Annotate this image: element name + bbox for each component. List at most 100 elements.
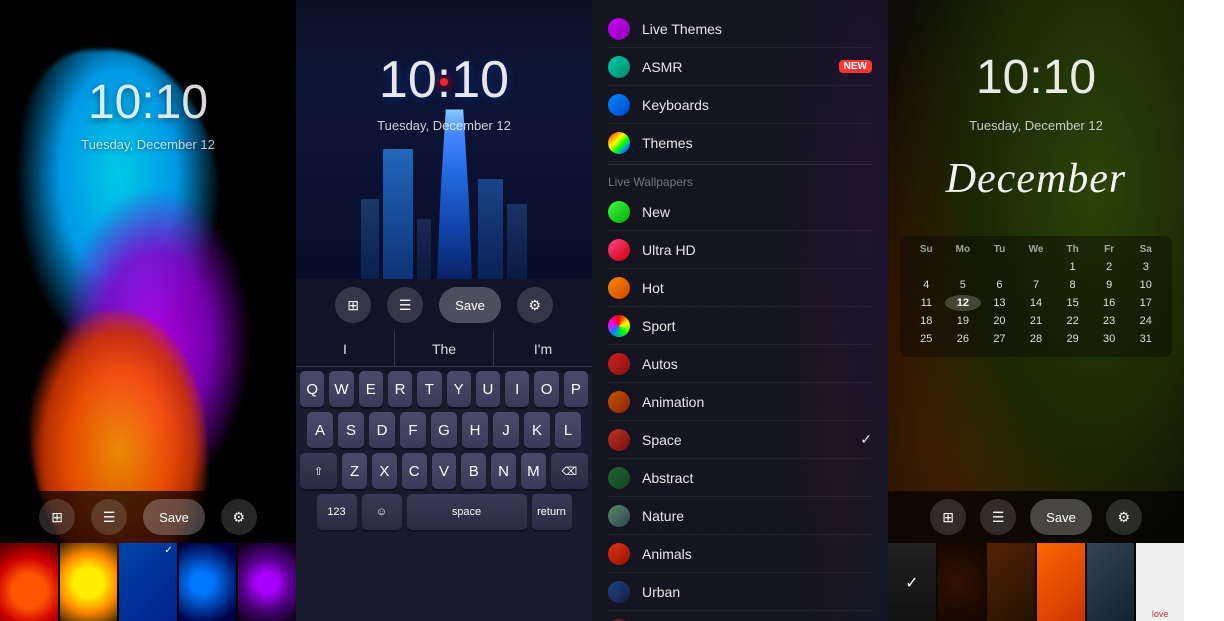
menu-item-animation[interactable]: Animation	[608, 383, 872, 421]
key-b[interactable]: B	[461, 453, 486, 489]
menu-item-space[interactable]: Space ✓	[608, 421, 872, 459]
pred-item-3[interactable]: I'm	[494, 331, 592, 366]
menu-icon-autos	[608, 353, 630, 375]
building-5	[507, 204, 527, 279]
menu-label-themes: Themes	[642, 135, 872, 151]
menu-item-live-themes[interactable]: Live Themes	[608, 10, 872, 48]
key-emoji[interactable]: ☺	[362, 494, 402, 530]
menu-item-abstract[interactable]: Abstract	[608, 459, 872, 497]
calendar-widget: Su Mo Tu We Th Fr Sa 1 2 3 4 5 6	[900, 236, 1172, 357]
key-shift[interactable]: ⇧	[300, 453, 337, 489]
phone2-list-btn[interactable]: ☰	[387, 287, 423, 323]
key-i[interactable]: I	[505, 371, 529, 407]
key-delete[interactable]: ⌫	[551, 453, 588, 489]
december-script: December	[888, 155, 1184, 203]
key-t[interactable]: T	[417, 371, 441, 407]
key-j[interactable]: J	[493, 412, 519, 448]
menu-list: Live Themes ASMR NEW Keyboards Themes Li…	[592, 10, 888, 621]
phone4-thumb-4[interactable]	[1037, 543, 1085, 621]
cal-cell-6: 6	[981, 277, 1018, 293]
building-3	[417, 219, 431, 279]
menu-label-space: Space	[642, 432, 860, 448]
phone1-save-btn[interactable]: Save	[143, 499, 205, 535]
cal-cell-1: 1	[1054, 259, 1091, 275]
phone-3-screen: Live Themes ASMR NEW Keyboards Themes Li…	[592, 0, 888, 621]
phone4-gear-btn[interactable]: ⚙	[1106, 499, 1142, 535]
menu-item-nature[interactable]: Nature	[608, 497, 872, 535]
phone1-bottom-bar: ⊞ ☰ Save ⚙	[0, 491, 296, 621]
menu-section-live-wallpapers: Live Wallpapers	[608, 167, 872, 193]
menu-item-urban[interactable]: Urban	[608, 573, 872, 611]
menu-label-animation: Animation	[642, 394, 872, 410]
phone4-thumb-6[interactable]	[1136, 543, 1184, 621]
phone4-thumb-1[interactable]	[888, 543, 936, 621]
cal-cell-w1-1	[945, 259, 982, 275]
key-l[interactable]: L	[555, 412, 581, 448]
phone4-time: 10:10	[888, 50, 1184, 105]
menu-item-ultra-hd[interactable]: Ultra HD	[608, 231, 872, 269]
cal-cell-w1-3	[1018, 259, 1055, 275]
phone4-save-btn[interactable]: Save	[1030, 499, 1092, 535]
key-y[interactable]: Y	[447, 371, 471, 407]
phone2-gear-btn[interactable]: ⚙	[517, 287, 553, 323]
menu-label-keyboards: Keyboards	[642, 97, 872, 113]
key-c[interactable]: C	[402, 453, 427, 489]
key-o[interactable]: O	[534, 371, 558, 407]
phone4-thumb-2[interactable]	[938, 543, 986, 621]
menu-item-hot[interactable]: Hot	[608, 269, 872, 307]
phone1-thumb-2[interactable]	[60, 543, 118, 621]
phone4-grid-btn[interactable]: ⊞	[930, 499, 966, 535]
key-p[interactable]: P	[564, 371, 588, 407]
menu-icon-themes	[608, 132, 630, 154]
key-v[interactable]: V	[432, 453, 457, 489]
menu-item-new[interactable]: New	[608, 193, 872, 231]
tower-main	[437, 109, 472, 279]
key-123[interactable]: 123	[317, 494, 357, 530]
phone4-list-btn[interactable]: ☰	[980, 499, 1016, 535]
menu-item-autos[interactable]: Autos	[608, 345, 872, 383]
key-z[interactable]: Z	[342, 453, 367, 489]
phone1-thumb-5[interactable]	[238, 543, 296, 621]
phone4-thumb-3[interactable]	[987, 543, 1035, 621]
cal-cell-27: 27	[981, 331, 1018, 347]
phone1-thumb-3[interactable]	[119, 543, 177, 621]
key-m[interactable]: M	[521, 453, 546, 489]
key-space[interactable]: space	[407, 494, 527, 530]
key-w[interactable]: W	[329, 371, 353, 407]
phone1-thumb-1[interactable]	[0, 543, 58, 621]
key-k[interactable]: K	[524, 412, 550, 448]
key-g[interactable]: G	[431, 412, 457, 448]
phone2-grid-btn[interactable]: ⊞	[335, 287, 371, 323]
pred-item-1[interactable]: I	[296, 331, 395, 366]
key-q[interactable]: Q	[300, 371, 324, 407]
menu-item-animals[interactable]: Animals	[608, 535, 872, 573]
key-r[interactable]: R	[388, 371, 412, 407]
key-f[interactable]: F	[400, 412, 426, 448]
menu-icon-animation	[608, 391, 630, 413]
phone1-grid-btn[interactable]: ⊞	[39, 499, 75, 535]
key-h[interactable]: H	[462, 412, 488, 448]
key-e[interactable]: E	[359, 371, 383, 407]
menu-icon-nature	[608, 505, 630, 527]
phone2-save-btn[interactable]: Save	[439, 287, 501, 323]
key-u[interactable]: U	[476, 371, 500, 407]
cal-day-th: Th	[1054, 244, 1091, 255]
key-d[interactable]: D	[369, 412, 395, 448]
menu-item-asmr[interactable]: ASMR NEW	[608, 48, 872, 86]
menu-item-keyboards[interactable]: Keyboards	[608, 86, 872, 124]
key-n[interactable]: N	[491, 453, 516, 489]
key-s[interactable]: S	[338, 412, 364, 448]
menu-item-holiday-mood[interactable]: Holiday Mood	[608, 611, 872, 621]
phone1-gear-btn[interactable]: ⚙	[221, 499, 257, 535]
pred-item-2[interactable]: The	[395, 331, 494, 366]
cal-cell-17: 17	[1127, 295, 1164, 311]
key-return[interactable]: return	[532, 494, 572, 530]
key-x[interactable]: X	[372, 453, 397, 489]
menu-label-autos: Autos	[642, 356, 872, 372]
phone4-thumb-5[interactable]	[1087, 543, 1135, 621]
menu-item-sport[interactable]: Sport	[608, 307, 872, 345]
phone1-thumb-4[interactable]	[179, 543, 237, 621]
key-a[interactable]: A	[307, 412, 333, 448]
phone1-list-btn[interactable]: ☰	[91, 499, 127, 535]
menu-item-themes[interactable]: Themes	[608, 124, 872, 162]
